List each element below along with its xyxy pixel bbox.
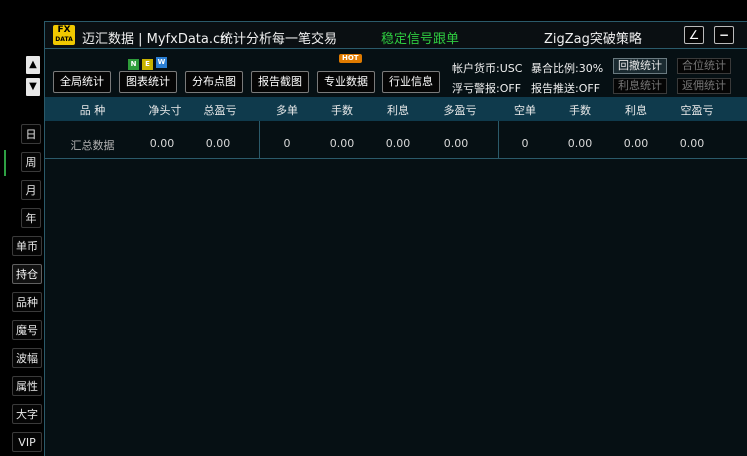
table-row[interactable]: 汇总数据 0.00 0.00 0 0.00 0.00 0.00 0 0.00 0… — [45, 128, 747, 159]
cell-short-pnl: 0.00 — [679, 137, 705, 150]
sidebar-btn-large-font[interactable]: 大字 — [12, 404, 42, 424]
col-net-position[interactable]: 净头寸 — [140, 102, 190, 118]
account-currency-label: 帐户货币:USC — [452, 62, 523, 75]
app-title: 迈汇数据 | MyfxData.cn — [82, 32, 229, 47]
strategy-name: ZigZag突破策略 — [544, 32, 642, 47]
col-short-pnl[interactable]: 空盈亏 — [671, 102, 723, 118]
new-badge-n: N — [128, 59, 139, 70]
industry-info-button[interactable]: 行业信息 — [382, 71, 440, 93]
sidebar-btn-vip[interactable]: VIP — [12, 432, 42, 452]
cell-long-orders: 0 — [283, 137, 291, 150]
col-long-orders[interactable]: 多单 — [262, 102, 312, 118]
rebate-stats-button[interactable]: 返佣统计 — [677, 78, 731, 94]
col-short-lots[interactable]: 手数 — [555, 102, 605, 118]
cell-symbol: 汇总数据 — [70, 139, 115, 152]
title-bar: FX DATA 迈汇数据 | MyfxData.cn 统计分析每一笔交易 稳定信… — [45, 22, 747, 49]
report-push-label[interactable]: 报告推送:OFF — [531, 80, 600, 96]
toolbar: 全局统计 图表统计 N E W 分布点图 报告截图 专业数据 HOT 行业信息 … — [45, 49, 747, 95]
logo-bottom-text: DATA — [55, 36, 73, 43]
fxdata-logo: FX DATA — [53, 25, 75, 45]
col-long-lots[interactable]: 手数 — [317, 102, 367, 118]
cell-net-position: 0.00 — [149, 137, 175, 150]
sidebar-btn-day[interactable]: 日 — [21, 124, 41, 144]
new-badge-e: E — [142, 59, 153, 70]
cell-short-lots: 0.00 — [567, 137, 593, 150]
col-total-pnl[interactable]: 总盈亏 — [195, 102, 245, 118]
new-badge-w: W — [156, 57, 167, 68]
sidebar-btn-positions[interactable]: 持仓 — [12, 264, 42, 284]
cell-long-interest: 0.00 — [385, 137, 411, 150]
col-symbol[interactable]: 品 种 — [65, 102, 120, 118]
scroll-down-icon[interactable]: ▼ — [26, 78, 40, 96]
cell-short-orders: 0 — [521, 137, 529, 150]
cell-total-pnl: 0.00 — [205, 137, 231, 150]
col-long-interest[interactable]: 利息 — [373, 102, 423, 118]
logo-top-text: FX — [57, 25, 71, 35]
interest-stats-button[interactable]: 利息统计 — [613, 78, 667, 94]
chart-stats-button[interactable]: 图表统计 — [119, 71, 177, 93]
main-panel: FX DATA 迈汇数据 | MyfxData.cn 统计分析每一笔交易 稳定信… — [44, 21, 747, 456]
drawdown-stats-button[interactable]: 回撤统计 — [613, 58, 667, 74]
margin-ratio-label: 暴合比例:30% — [531, 62, 604, 75]
pro-data-button[interactable]: 专业数据 — [317, 71, 375, 93]
table-header: 品 种 净头寸 总盈亏 多单 手数 利息 多盈亏 空单 手数 利息 空盈亏 — [45, 97, 747, 121]
sidebar-btn-volatility[interactable]: 波幅 — [12, 348, 42, 368]
app-slogan: 统计分析每一笔交易 — [220, 32, 338, 47]
sidebar-btn-symbols[interactable]: 品种 — [12, 292, 42, 312]
active-marker — [4, 150, 6, 176]
col-long-pnl[interactable]: 多盈亏 — [435, 102, 485, 118]
float-alert-label[interactable]: 浮亏警报:OFF — [452, 80, 521, 96]
sidebar-btn-magic[interactable]: 魔号 — [12, 320, 42, 340]
cell-long-lots: 0.00 — [329, 137, 355, 150]
report-screenshot-button[interactable]: 报告截图 — [251, 71, 309, 93]
col-short-orders[interactable]: 空单 — [500, 102, 550, 118]
sidebar-btn-single-currency[interactable]: 单币 — [12, 236, 42, 256]
minimize-icon[interactable]: − — [714, 26, 734, 44]
sidebar-btn-month[interactable]: 月 — [21, 180, 41, 200]
hot-badge: HOT — [339, 54, 362, 63]
signal-follow-link[interactable]: 稳定信号跟单 — [381, 28, 459, 47]
sidebar-btn-week[interactable]: 周 — [21, 152, 41, 172]
position-stats-button[interactable]: 合位统计 — [677, 58, 731, 74]
scroll-up-icon[interactable]: ▲ — [26, 56, 40, 74]
resize-icon[interactable]: ∠ — [684, 26, 704, 44]
left-sidebar: ▲ ▼ 日 周 月 年 单币 持仓 品种 魔号 波幅 属性 大字 VIP — [0, 0, 44, 456]
sidebar-btn-year[interactable]: 年 — [21, 208, 41, 228]
distribution-chart-button[interactable]: 分布点图 — [185, 71, 243, 93]
sidebar-btn-attributes[interactable]: 属性 — [12, 376, 42, 396]
global-stats-button[interactable]: 全局统计 — [53, 71, 111, 93]
cell-long-pnl: 0.00 — [443, 137, 469, 150]
cell-short-interest: 0.00 — [623, 137, 649, 150]
col-short-interest[interactable]: 利息 — [611, 102, 661, 118]
